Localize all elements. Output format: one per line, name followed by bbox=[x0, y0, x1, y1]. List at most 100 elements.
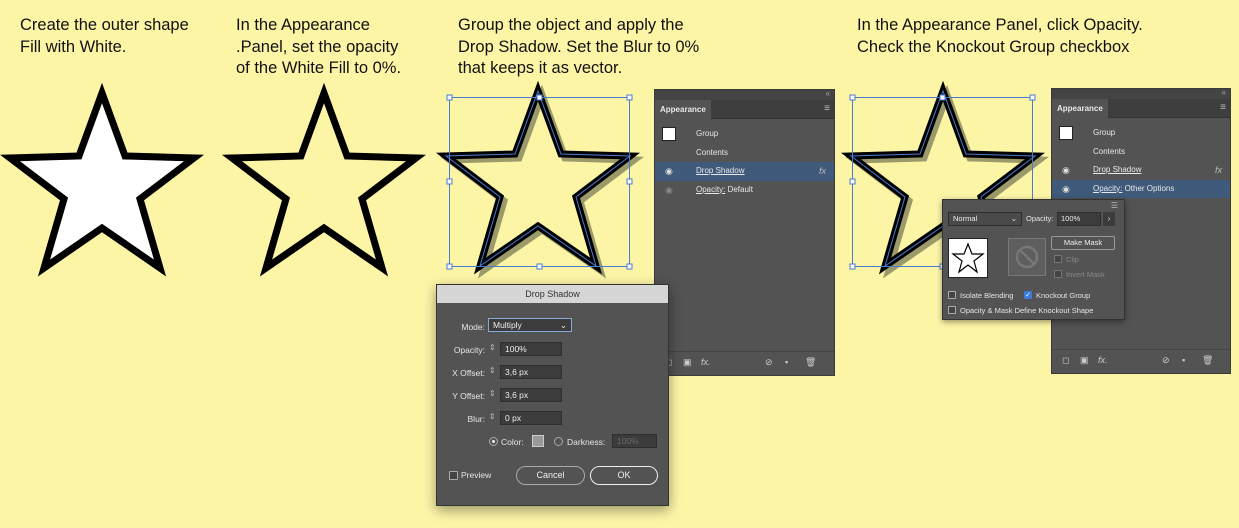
opacity-link[interactable]: Opacity: bbox=[1093, 184, 1122, 193]
clear-appearance-icon[interactable]: ⊘ bbox=[1162, 355, 1170, 366]
fx-icon[interactable]: fx bbox=[819, 162, 826, 181]
visibility-eye-icon[interactable]: ◉ bbox=[665, 162, 673, 181]
collapse-icon[interactable]: « bbox=[826, 89, 830, 98]
invert-mask-label: Invert Mask bbox=[1066, 270, 1105, 279]
yoffset-field[interactable]: 3,6 px bbox=[500, 388, 562, 402]
row-label[interactable]: Drop Shadow bbox=[1093, 161, 1141, 180]
appearance-row-drop-shadow[interactable]: ◉ Drop Shadow fx bbox=[655, 162, 834, 181]
caption-step-3: Group the object and apply the Drop Shad… bbox=[458, 15, 718, 80]
caption-line: Group the object and apply the bbox=[458, 16, 684, 34]
panel-tabrow: Appearance ≡ bbox=[655, 100, 834, 119]
caption-step-4: In the Appearance Panel, click Opacity. … bbox=[857, 15, 1197, 58]
drop-shadow-dialog: Drop Shadow Mode: Multiply ⌄ Opacity: ⇕ 1… bbox=[436, 284, 669, 506]
delete-item-icon[interactable]: 🗑 bbox=[805, 357, 816, 368]
ok-button[interactable]: OK bbox=[590, 466, 658, 485]
add-effect-icon[interactable]: fx. bbox=[701, 357, 711, 367]
tab-appearance[interactable]: Appearance bbox=[655, 100, 711, 119]
yoffset-label: Y Offset: bbox=[452, 391, 485, 401]
xoffset-label: X Offset: bbox=[452, 368, 485, 378]
new-stroke-icon[interactable]: ◻ bbox=[1062, 355, 1069, 366]
preview-checkbox[interactable] bbox=[449, 471, 458, 480]
group-thumbnail bbox=[1059, 126, 1073, 140]
caption-line: Fill with White. bbox=[20, 37, 127, 56]
appearance-row-contents[interactable]: Contents bbox=[1052, 143, 1230, 162]
mode-select[interactable]: Multiply ⌄ bbox=[488, 318, 572, 332]
define-knockout-checkbox[interactable] bbox=[948, 306, 956, 314]
opacity-link[interactable]: Opacity: bbox=[696, 185, 725, 194]
caption-line: of the White Fill to 0%. bbox=[236, 59, 402, 77]
clear-appearance-icon[interactable]: ⊘ bbox=[765, 357, 773, 368]
panel-topbar: « bbox=[655, 89, 834, 100]
panel-menu-icon[interactable]: ≡ bbox=[1220, 102, 1226, 113]
xoffset-field[interactable]: 3,6 px bbox=[500, 365, 562, 379]
blur-label: Blur: bbox=[467, 414, 485, 424]
visibility-eye-icon[interactable]: ◉ bbox=[1062, 161, 1070, 180]
cancel-button[interactable]: Cancel bbox=[516, 466, 585, 485]
mask-placeholder-icon bbox=[1008, 238, 1046, 276]
tab-appearance[interactable]: Appearance bbox=[1052, 99, 1108, 118]
chevron-right-icon[interactable]: › bbox=[1103, 212, 1115, 226]
visibility-eye-icon[interactable]: ◉ bbox=[1062, 180, 1070, 199]
appearance-row-opacity[interactable]: ◉ Opacity: Default bbox=[655, 181, 834, 200]
panel-bottom-toolbar: ◻ ▣ fx. ⊘ ▪ 🗑 bbox=[1052, 349, 1230, 373]
stepper-icon[interactable]: ⇕ bbox=[489, 389, 496, 398]
blend-mode-select[interactable]: Normal ⌄ bbox=[948, 212, 1022, 226]
popup-opacity-field[interactable]: 100% bbox=[1057, 212, 1101, 226]
duplicate-item-icon[interactable]: ▪ bbox=[785, 357, 788, 367]
new-fill-icon[interactable]: ▣ bbox=[1080, 355, 1089, 366]
blend-mode-value: Normal bbox=[953, 214, 978, 223]
color-label: Color: bbox=[501, 437, 524, 447]
color-radio[interactable] bbox=[489, 437, 498, 446]
chevron-down-icon: ⌄ bbox=[559, 320, 567, 330]
clip-checkbox bbox=[1054, 255, 1062, 263]
object-thumbnail[interactable] bbox=[948, 238, 988, 278]
star-white-fill bbox=[0, 82, 205, 277]
row-label: Group bbox=[1093, 128, 1116, 137]
appearance-panel: « Appearance ≡ Group Contents ◉ Drop Shad… bbox=[654, 89, 835, 376]
darkness-radio[interactable] bbox=[554, 437, 563, 446]
panel-menu-icon[interactable]: ≡ bbox=[824, 103, 830, 114]
invert-mask-checkbox bbox=[1054, 270, 1062, 278]
stepper-icon[interactable]: ⇕ bbox=[489, 412, 496, 421]
row-label[interactable]: Drop Shadow bbox=[696, 162, 744, 181]
selection-bounding-box[interactable] bbox=[446, 94, 633, 270]
make-mask-button[interactable]: Make Mask bbox=[1051, 236, 1115, 250]
stepper-icon[interactable]: ⇕ bbox=[489, 366, 496, 375]
blur-field[interactable]: 0 px bbox=[500, 411, 562, 425]
caption-line: that keeps it as vector. bbox=[458, 59, 623, 77]
panel-tabrow: Appearance ≡ bbox=[1052, 99, 1230, 118]
caption-line: In the Appearance Panel, click Opacity. bbox=[857, 16, 1143, 34]
duplicate-item-icon[interactable]: ▪ bbox=[1182, 355, 1185, 365]
opacity-field[interactable]: 100% bbox=[500, 342, 562, 356]
darkness-field: 100% bbox=[612, 434, 657, 448]
isolate-blending-checkbox[interactable] bbox=[948, 291, 956, 299]
knockout-group-label: Knockout Group bbox=[1036, 291, 1091, 300]
panel-bottom-toolbar: ◻ ▣ fx. ⊘ ▪ 🗑 bbox=[655, 351, 834, 375]
caption-step-1: Create the outer shape Fill with White. bbox=[20, 15, 220, 58]
delete-item-icon[interactable]: 🗑 bbox=[1202, 355, 1213, 366]
visibility-eye-icon[interactable]: ◉ bbox=[665, 181, 673, 200]
star-transparent-fill bbox=[221, 82, 427, 277]
add-effect-icon[interactable]: fx. bbox=[1098, 355, 1108, 365]
clip-label: Clip bbox=[1066, 255, 1079, 264]
opacity-value: Other Options bbox=[1122, 183, 1175, 193]
popup-opacity-label: Opacity: bbox=[1026, 214, 1054, 223]
collapse-icon[interactable]: « bbox=[1222, 88, 1226, 97]
popup-menu-icon[interactable]: ☰ bbox=[1111, 201, 1118, 210]
mode-label: Mode: bbox=[461, 322, 485, 332]
caption-line: .Panel, set the opacity bbox=[236, 37, 399, 56]
caption-line: Drop Shadow. Set the Blur to 0% bbox=[458, 37, 700, 56]
appearance-row-drop-shadow[interactable]: ◉ Drop Shadow fx bbox=[1052, 161, 1230, 180]
fx-icon[interactable]: fx bbox=[1215, 161, 1222, 180]
new-fill-icon[interactable]: ▣ bbox=[683, 357, 692, 368]
appearance-row-group[interactable]: Group bbox=[1052, 124, 1230, 143]
mode-value: Multiply bbox=[493, 320, 522, 330]
appearance-row-contents[interactable]: Contents bbox=[655, 144, 834, 163]
appearance-row-opacity[interactable]: ◉ Opacity: Other Options bbox=[1052, 179, 1230, 199]
preview-label: Preview bbox=[461, 470, 492, 480]
appearance-row-group[interactable]: Group bbox=[655, 125, 834, 144]
stepper-icon[interactable]: ⇕ bbox=[489, 343, 496, 352]
knockout-group-checkbox[interactable]: ✓ bbox=[1024, 291, 1032, 299]
opacity-label: Opacity: bbox=[453, 345, 485, 355]
shadow-color-swatch[interactable] bbox=[532, 435, 544, 447]
